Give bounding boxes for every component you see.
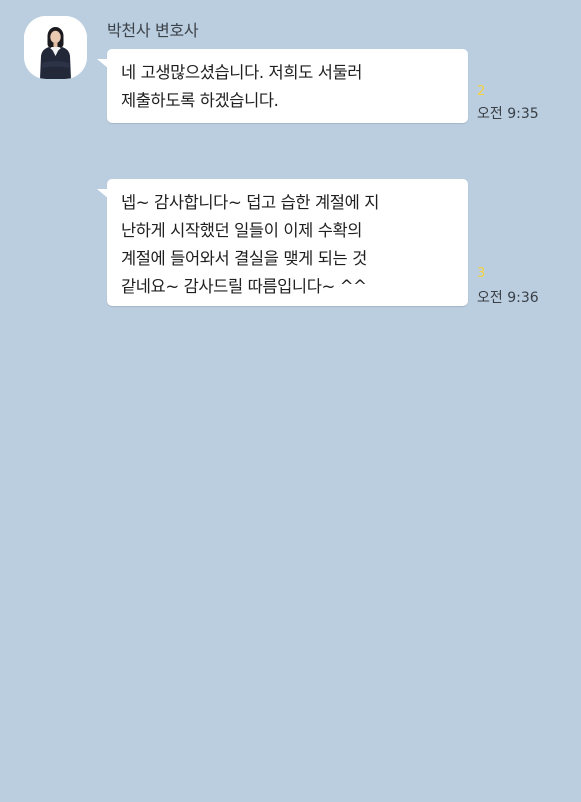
unread-count: 3 [477, 266, 486, 281]
message-bubble[interactable]: 네 고생많으셨습니다. 저희도 서둘러 제출하도록 하겠습니다. [97, 49, 468, 123]
sender-name: 박천사 변호사 [107, 21, 199, 40]
message-line: 넵~ 감사합니다~ 덥고 습한 계절에 지 [121, 193, 379, 212]
avatar-photo-icon [24, 16, 87, 79]
message-time: 오전 9:35 [477, 106, 539, 122]
unread-count: 2 [477, 84, 486, 99]
message-line: 제출하도록 하겠습니다. [121, 91, 279, 110]
message-time: 오전 9:36 [477, 290, 539, 306]
message-line: 난하게 시작했던 일들이 이제 수확의 [121, 221, 363, 240]
message-bubble[interactable]: 넵~ 감사합니다~ 덥고 습한 계절에 지 난하게 시작했던 일들이 이제 수확… [97, 179, 468, 306]
profile-avatar[interactable] [24, 16, 87, 79]
message-line: 같네요~ 감사드릴 따름입니다~ ^^ [121, 277, 367, 296]
bubble-tail [97, 189, 109, 199]
bubble-tail [97, 59, 109, 69]
message-line: 계절에 들어와서 결실을 맺게 되는 것 [121, 249, 367, 268]
message-line: 네 고생많으셨습니다. 저희도 서둘러 [121, 63, 363, 82]
